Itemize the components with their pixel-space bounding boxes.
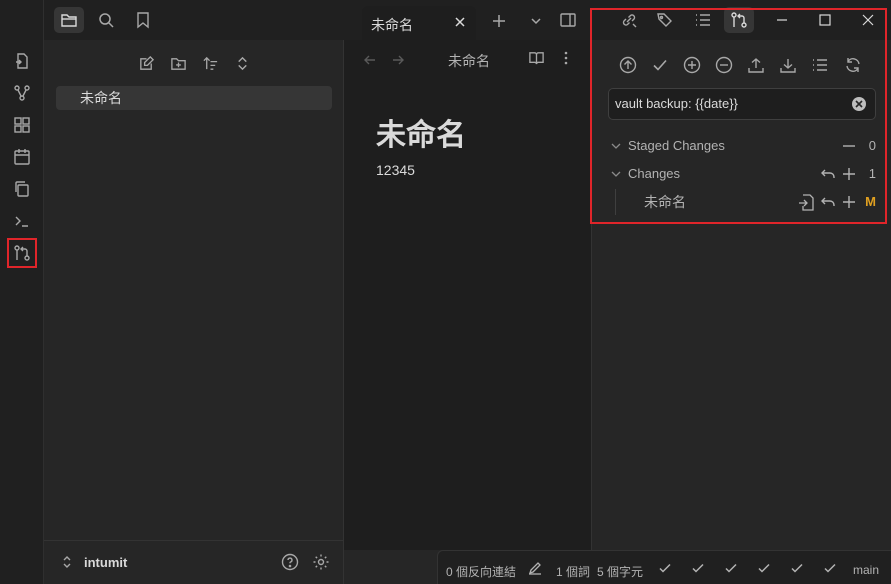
- file-explorer-panel: 未命名 intumit: [44, 40, 344, 584]
- tab-title: 未命名: [371, 17, 413, 33]
- canvas-icon[interactable]: [9, 112, 35, 138]
- reading-view-book-icon[interactable]: [528, 50, 545, 67]
- git-source-control-panel: vault backup: {{date}} Staged Changes 0 …: [591, 40, 891, 550]
- status-check-icon[interactable]: [690, 560, 706, 576]
- vault-name[interactable]: intumit: [84, 555, 127, 570]
- char-count: 5 個字元: [597, 565, 644, 579]
- templates-copy-icon[interactable]: [9, 176, 35, 202]
- note-body-text[interactable]: 12345: [376, 162, 415, 178]
- stage-plus-icon[interactable]: [842, 191, 856, 213]
- toggle-tree-list-icon[interactable]: [807, 52, 833, 78]
- outline-list-icon[interactable]: [688, 7, 718, 33]
- graph-view-icon[interactable]: [9, 80, 35, 106]
- bookmark-icon[interactable]: [128, 7, 158, 33]
- daily-note-calendar-icon[interactable]: [9, 144, 35, 170]
- push-arrow-up-circle-icon[interactable]: [615, 52, 641, 78]
- back-arrow-icon[interactable]: [362, 52, 378, 68]
- new-note-icon[interactable]: [133, 50, 159, 76]
- command-palette-terminal-icon[interactable]: [9, 208, 35, 234]
- changes-section[interactable]: Changes 1: [608, 163, 876, 185]
- file-explorer-folder-icon[interactable]: [54, 7, 84, 33]
- vault-switcher-bar: intumit: [44, 540, 344, 584]
- status-check-icon[interactable]: [789, 560, 805, 576]
- changes-label: Changes: [628, 166, 681, 181]
- close-window-icon[interactable]: [855, 7, 881, 33]
- changes-count: 1: [868, 166, 876, 181]
- editor-pane: 未命名 未命名 12345: [344, 40, 591, 550]
- status-check-icon[interactable]: [657, 560, 673, 576]
- note-heading[interactable]: 未命名: [376, 110, 466, 154]
- discard-undo-icon[interactable]: [820, 191, 836, 213]
- tab-list-chevron-down-icon[interactable]: [521, 8, 551, 34]
- close-tab-icon[interactable]: [450, 12, 470, 32]
- git-source-control-icon[interactable]: [7, 238, 37, 268]
- help-icon[interactable]: [281, 553, 299, 571]
- git-branch-name[interactable]: main: [853, 563, 879, 577]
- new-folder-icon[interactable]: [165, 50, 191, 76]
- file-status-badge: M: [865, 194, 876, 209]
- commit-check-icon[interactable]: [647, 52, 673, 78]
- tab-note[interactable]: 未命名: [362, 6, 476, 40]
- chevron-down-icon: [610, 163, 622, 185]
- forward-arrow-icon[interactable]: [390, 52, 406, 68]
- sort-order-icon[interactable]: [197, 50, 223, 76]
- vault-chevron-icon[interactable]: [60, 555, 74, 569]
- commit-message-input[interactable]: vault backup: {{date}}: [608, 88, 876, 120]
- edit-mode-pencil-icon[interactable]: [528, 561, 542, 575]
- unstage-all-minus-circle-icon[interactable]: [711, 52, 737, 78]
- right-sidebar-toggle-icon[interactable]: [553, 7, 583, 33]
- backlinks-icon[interactable]: [614, 7, 644, 33]
- stage-all-plus-circle-icon[interactable]: [679, 52, 705, 78]
- new-tab-plus-icon[interactable]: [484, 8, 514, 34]
- push-upload-icon[interactable]: [743, 52, 769, 78]
- more-options-icon[interactable]: [558, 50, 574, 66]
- tags-icon[interactable]: [650, 7, 680, 33]
- changed-file-name: 未命名: [644, 194, 686, 210]
- status-check-icon[interactable]: [723, 560, 739, 576]
- status-bar: 0 個反向連結 1 個詞 5 個字元 main: [437, 550, 891, 584]
- open-file-icon[interactable]: [798, 191, 814, 213]
- expand-collapse-icon[interactable]: [229, 50, 255, 76]
- backlinks-count[interactable]: 0 個反向連結: [446, 563, 516, 580]
- clear-message-icon[interactable]: [852, 97, 866, 111]
- view-header-title[interactable]: 未命名: [448, 51, 490, 71]
- discard-all-undo-icon[interactable]: [820, 163, 836, 185]
- status-check-icon[interactable]: [822, 560, 838, 576]
- stage-all-plus-icon[interactable]: [842, 163, 856, 185]
- changed-file-row[interactable]: 未命名 M: [608, 191, 876, 213]
- staged-count: 0: [868, 138, 876, 153]
- chevron-down-icon: [610, 135, 622, 157]
- minimize-window-icon[interactable]: [769, 7, 795, 33]
- settings-gear-icon[interactable]: [312, 553, 330, 571]
- unstage-all-minus-icon[interactable]: [842, 135, 856, 157]
- refresh-icon[interactable]: [840, 52, 866, 78]
- maximize-window-icon[interactable]: [812, 7, 838, 33]
- left-ribbon: [0, 0, 44, 584]
- file-tree-item[interactable]: 未命名: [56, 86, 332, 110]
- pull-download-icon[interactable]: [775, 52, 801, 78]
- open-quick-switcher-icon[interactable]: [9, 48, 35, 74]
- git-view-tab-icon[interactable]: [724, 7, 754, 33]
- staged-changes-section[interactable]: Staged Changes 0: [608, 135, 876, 157]
- staged-changes-label: Staged Changes: [628, 138, 725, 153]
- word-count: 1 個詞: [556, 565, 591, 579]
- search-icon[interactable]: [91, 7, 121, 33]
- status-check-icon[interactable]: [756, 560, 772, 576]
